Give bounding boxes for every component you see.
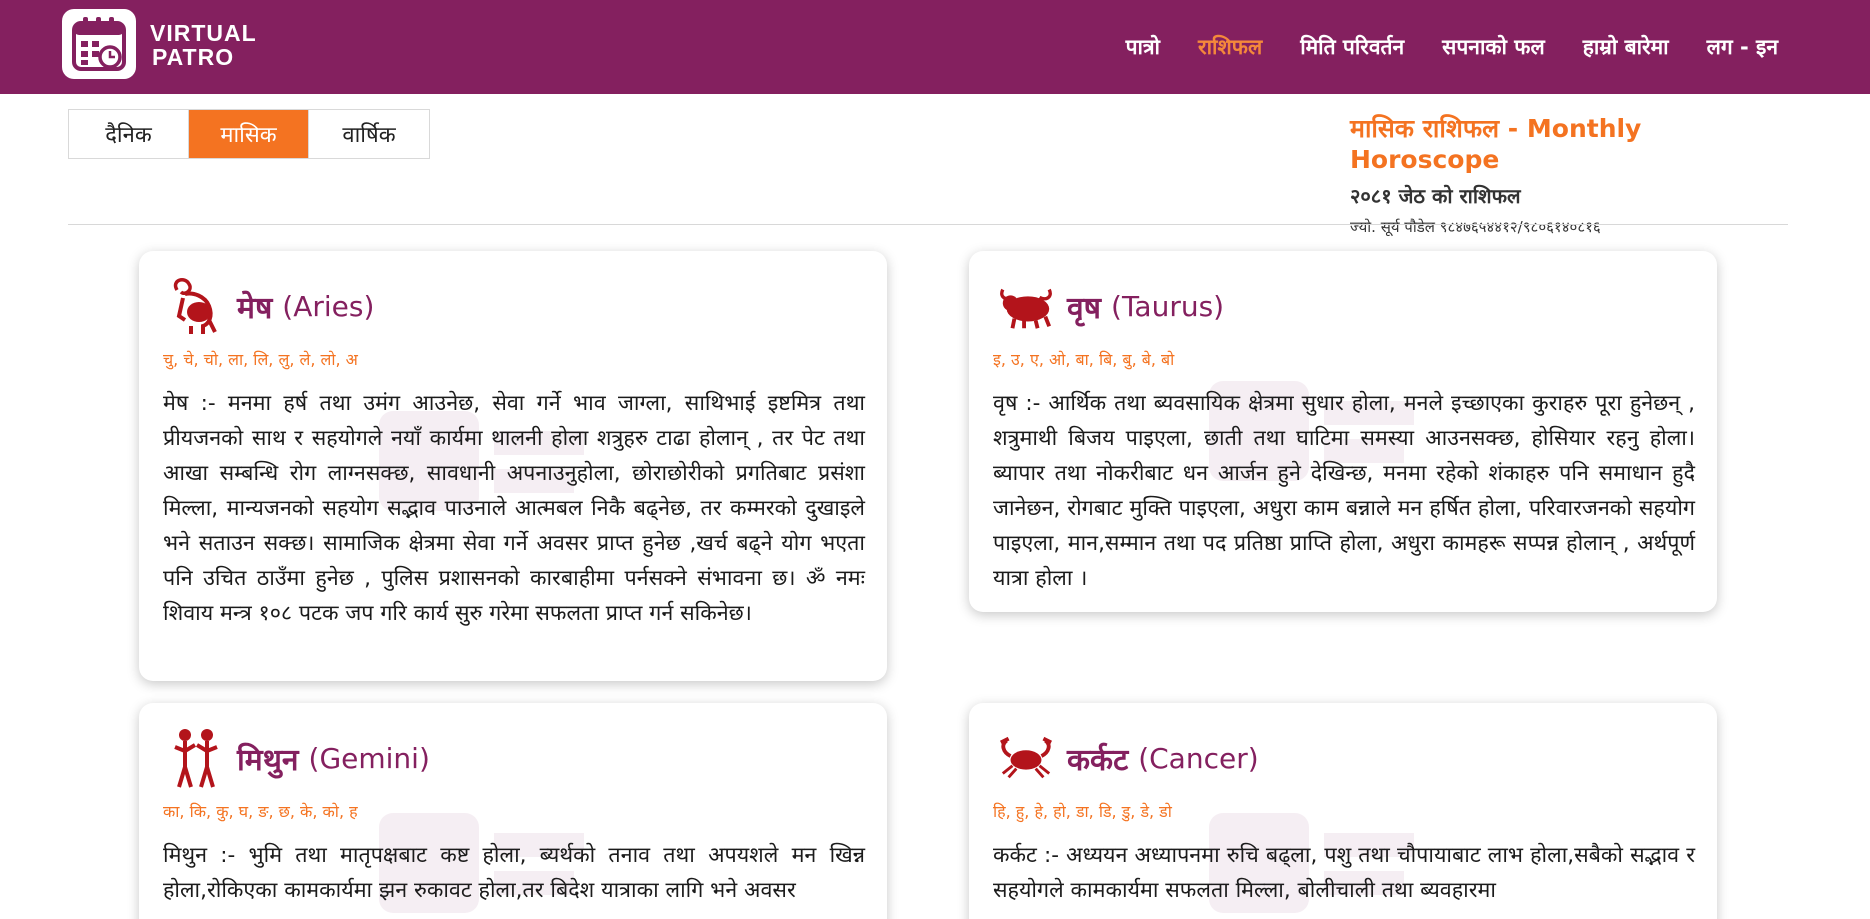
bull-icon: [997, 275, 1055, 337]
horoscope-text: कर्कट :- अध्ययन अध्यापनमा रुचि बढ्ला, पश…: [993, 843, 1695, 903]
horoscope-card-aries: मेष (Aries) चु, चे, चो, ला, लि, लु, ले, …: [139, 251, 887, 681]
period-tabs: दैनिक मासिक वार्षिक: [68, 109, 430, 159]
sign-name: मिथुन: [237, 742, 299, 778]
main-nav: पात्रो राशिफल मिति परिवर्तन सपनाको फल हा…: [1126, 0, 1778, 94]
nav-dream-meaning[interactable]: सपनाको फल: [1442, 33, 1545, 61]
horoscope-text: मिथुन :- भुमि तथा मातृपक्षबाट कष्ट होला,…: [163, 843, 865, 903]
sign-english-name: (Taurus): [1111, 289, 1225, 323]
tab-monthly[interactable]: मासिक: [189, 110, 309, 158]
sign-letters: इ, उ, ए, ओ, बा, बि, बु, बे, बो: [993, 350, 1175, 369]
brand-line-2: PATRO: [152, 44, 235, 70]
twins-icon: [167, 727, 225, 789]
nav-patro[interactable]: पात्रो: [1126, 33, 1160, 61]
divider: [68, 224, 1788, 225]
nav-about[interactable]: हाम्रो बारेमा: [1583, 33, 1669, 61]
card-header: वृष (Taurus): [997, 275, 1224, 337]
tab-yearly[interactable]: वार्षिक: [309, 110, 429, 158]
horoscope-card-gemini: मिथुन (Gemini) का, कि, कु, घ, ङ, छ, के, …: [139, 703, 887, 919]
sign-letters: का, कि, कु, घ, ङ, छ, के, को, ह: [163, 802, 358, 821]
sign-english-name: (Cancer): [1138, 741, 1259, 775]
horoscope-text: मेष :- मनमा हर्ष तथा उमंग आउनेछ, सेवा गर…: [163, 391, 865, 626]
horoscope-text: वृष :- आर्थिक तथा ब्यवसायिक क्षेत्रमा सु…: [993, 391, 1695, 591]
page-subtitle: २०८१ जेठ को राशिफल: [1350, 184, 1521, 208]
site-header: VIRTUAL PATRO पात्रो राशिफल मिति परिवर्त…: [0, 0, 1870, 94]
page-heading: मासिक राशिफल - Monthly Horoscope २०८१ जे…: [1350, 111, 1790, 237]
crab-icon: [997, 727, 1055, 789]
sign-name: वृष: [1067, 290, 1102, 326]
ram-icon: [167, 275, 225, 337]
card-header: कर्कट (Cancer): [997, 727, 1259, 789]
brand-line-1: VIRTUAL: [150, 20, 257, 46]
sign-letters: हि, हु, हे, हो, डा, डि, डु, डे, डो: [993, 802, 1172, 821]
card-header: मिथुन (Gemini): [167, 727, 430, 789]
nav-login[interactable]: लग - इन: [1707, 33, 1778, 61]
horoscope-card-taurus: वृष (Taurus) इ, उ, ए, ओ, बा, बि, बु, बे,…: [969, 251, 1717, 612]
logo[interactable]: [62, 9, 136, 79]
sign-name: कर्कट: [1067, 742, 1129, 778]
sign-english-name: (Aries): [282, 289, 375, 323]
sign-english-name: (Gemini): [308, 741, 430, 775]
page-title: मासिक राशिफल - Monthly Horoscope: [1350, 114, 1642, 174]
nav-date-converter[interactable]: मिति परिवर्तन: [1300, 33, 1404, 61]
calendar-clock-icon: [72, 17, 126, 71]
sign-letters: चु, चे, चो, ला, लि, लु, ले, लो, अ: [163, 350, 358, 369]
author-contact: ज्यो. सूर्य पौडेल ९८४७६५४४१२/९८०६१४०८१६: [1350, 218, 1601, 236]
sign-name: मेष: [237, 290, 273, 326]
horoscope-card-cancer: कर्कट (Cancer) हि, हु, हे, हो, डा, डि, ड…: [969, 703, 1717, 919]
card-header: मेष (Aries): [167, 275, 374, 337]
nav-rashifal[interactable]: राशिफल: [1198, 33, 1262, 61]
tab-daily[interactable]: दैनिक: [69, 110, 189, 158]
brand-name[interactable]: VIRTUAL PATRO: [150, 21, 257, 69]
